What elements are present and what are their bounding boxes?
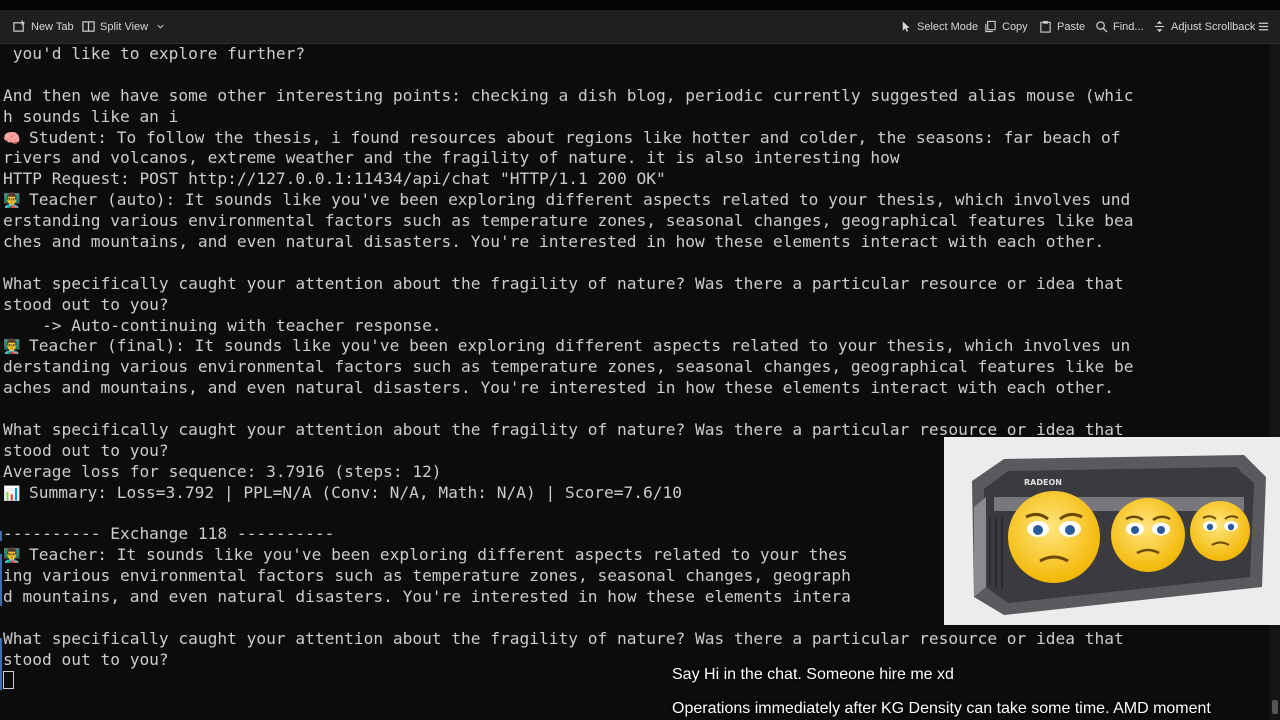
stream-caption-line-2: Operations immediately after KG Density … (672, 700, 1211, 717)
terminal-line: you'd like to explore further? (0, 44, 1268, 65)
split-view-button[interactable]: Split View (81, 10, 167, 43)
terminal-line-text: erstanding various environmental factors… (3, 211, 1134, 231)
terminal-line-text: ing various environmental factors such a… (3, 566, 851, 586)
terminal-line-text: ---------- Exchange 118 ---------- (3, 524, 335, 544)
selection-mark (0, 554, 2, 606)
terminal-line-text: Teacher: It sounds like you've been expl… (29, 545, 848, 565)
new-tab-label: New Tab (31, 20, 74, 33)
find-button[interactable]: Find... (1094, 10, 1144, 43)
paste-label: Paste (1057, 20, 1086, 33)
terminal-line-text: What specifically caught your attention … (3, 273, 1124, 293)
terminal-line: aches and mountains, and even natural di… (0, 378, 1268, 399)
line-emoji-icon: 📊 (3, 485, 21, 502)
stream-caption-line-1: Say Hi in the chat. Someone hire me xd (672, 666, 954, 683)
copy-icon (983, 20, 997, 34)
terminal-line-text: Average loss for sequence: 3.7916 (steps… (3, 461, 442, 481)
terminal-line: 👨‍🏫 Teacher (auto): It sounds like you've… (0, 190, 1268, 211)
terminal-line: -> Auto-continuing with teacher response… (0, 316, 1268, 337)
adjust-scrollback-label: Adjust Scrollback (1171, 20, 1256, 33)
terminal-line-text: Student: To follow the thesis, i found r… (29, 127, 1121, 147)
selection-mark (0, 638, 2, 690)
terminal-line: derstanding various environmental factor… (0, 357, 1268, 378)
terminal-line-text: stood out to you? (3, 294, 169, 314)
paste-button[interactable]: Paste (1038, 10, 1085, 43)
prompt-mark (0, 531, 2, 541)
hamburger-menu-icon (1256, 20, 1270, 34)
line-emoji-icon: 👨‍🏫 (3, 193, 21, 210)
terminal-line-text: you'd like to explore further? (3, 44, 306, 63)
cursor-arrow-icon (898, 20, 912, 34)
line-emoji-icon: 👨‍🏫 (3, 548, 21, 565)
terminal-line-text: Teacher (final): It sounds like you've b… (29, 336, 1131, 356)
worried-face-icon (1111, 498, 1185, 572)
paste-icon (1038, 20, 1052, 34)
scrollbar-thumb[interactable] (1272, 700, 1278, 714)
select-mode-label: Select Mode (917, 20, 979, 33)
terminal-line-text: -> Auto-continuing with teacher response… (3, 315, 442, 335)
terminal-line-text: stood out to you? (3, 440, 169, 460)
gpu-brand-text: RADEON (1024, 478, 1062, 487)
new-tab-button[interactable]: New Tab (12, 10, 74, 43)
terminal-line-text: What specifically caught your attention … (3, 628, 1124, 648)
more-menu-button[interactable] (1256, 10, 1270, 43)
terminal-line: 🧠 Student: To follow the thesis, i found … (0, 128, 1268, 149)
search-icon (1094, 20, 1108, 34)
terminal-line-text: d mountains, and even natural disasters.… (3, 587, 851, 607)
terminal-line-text: stood out to you? (3, 649, 169, 669)
terminal-line-text: h sounds like an i (3, 106, 179, 126)
terminal-line-text: And then we have some other interesting … (3, 85, 1134, 105)
terminal-line-text: rivers and volcanos, extreme weather and… (3, 148, 900, 168)
terminal-line: stood out to you? (0, 650, 1268, 671)
copy-button[interactable]: Copy (983, 10, 1028, 43)
terminal-line-text: ches and mountains, and even natural dis… (3, 232, 1105, 252)
scrollback-icon (1152, 20, 1166, 34)
prompt-line[interactable] (0, 670, 1268, 692)
line-emoji-icon: 👨‍🏫 (3, 339, 21, 356)
worried-face-icon (1008, 491, 1100, 583)
copy-label: Copy (1002, 20, 1028, 33)
terminal-line: What specifically caught your attention … (0, 629, 1268, 650)
chevron-down-icon (153, 20, 167, 34)
terminal-line-text: aches and mountains, and even natural di… (3, 378, 1115, 398)
terminal-line-text: Summary: Loss=3.792 | PPL=N/A (Conv: N/A… (29, 482, 682, 502)
terminal-line: erstanding various environmental factors… (0, 211, 1268, 232)
terminal-line: And then we have some other interesting … (0, 86, 1268, 107)
window-top-strip (0, 0, 1280, 10)
adjust-scrollback-button[interactable]: Adjust Scrollback (1152, 10, 1255, 43)
select-mode-button[interactable]: Select Mode (898, 10, 978, 43)
new-tab-icon (12, 20, 26, 34)
split-view-label: Split View (100, 20, 149, 33)
worried-face-icon (1190, 501, 1250, 561)
terminal-line: ches and mountains, and even natural dis… (0, 232, 1268, 253)
terminal-toolbar: New Tab Split View Select Mode Copy Past… (0, 10, 1280, 44)
terminal-line: h sounds like an i (0, 107, 1268, 128)
line-emoji-icon: 🧠 (3, 130, 21, 147)
webcam-overlay-gpu-image: RADEON (944, 437, 1280, 625)
terminal-line: What specifically caught your attention … (0, 274, 1268, 295)
terminal-line: HTTP Request: POST http://127.0.0.1:1143… (0, 169, 1268, 190)
terminal-line-text: Teacher (auto): It sounds like you've be… (29, 190, 1131, 210)
split-view-icon (81, 20, 95, 34)
terminal-cursor (3, 670, 14, 689)
terminal-line-text: HTTP Request: POST http://127.0.0.1:1143… (3, 169, 666, 189)
terminal-line: rivers and volcanos, extreme weather and… (0, 148, 1268, 169)
terminal-line-text: derstanding various environmental factor… (3, 357, 1134, 377)
terminal-line: 👨‍🏫 Teacher (final): It sounds like you'v… (0, 336, 1268, 357)
terminal-line: stood out to you? (0, 295, 1268, 316)
find-label: Find... (1113, 20, 1144, 33)
